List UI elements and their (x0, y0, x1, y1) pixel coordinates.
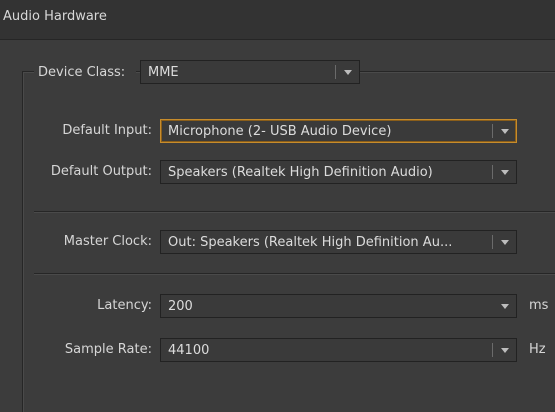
dropdown-separator (492, 343, 493, 357)
sample-rate-value: 44100 (168, 342, 210, 358)
dropdown-separator (335, 65, 336, 79)
window-title: Audio Hardware (0, 0, 555, 40)
chevron-down-icon[interactable] (344, 69, 352, 75)
default-input-label: Default Input: (62, 123, 152, 138)
latency-value: 200 (168, 298, 193, 314)
chevron-down-icon[interactable] (501, 347, 509, 353)
section-divider (34, 211, 555, 212)
latency-label: Latency: (97, 298, 152, 313)
chevron-down-icon[interactable] (501, 239, 509, 245)
default-output-label: Default Output: (50, 164, 152, 179)
latency-unit: ms (529, 298, 549, 313)
sample-rate-label: Sample Rate: (64, 342, 152, 357)
dropdown-separator (492, 124, 493, 138)
default-input-dropdown[interactable]: Microphone (2- USB Audio Device) (160, 119, 517, 143)
default-output-dropdown[interactable]: Speakers (Realtek High Definition Audio) (160, 160, 517, 184)
latency-dropdown[interactable]: 200 (160, 294, 517, 318)
device-class-row: Device Class: (34, 60, 137, 84)
default-input-value: Microphone (2- USB Audio Device) (168, 123, 392, 139)
master-clock-label: Master Clock: (63, 234, 152, 249)
default-output-value: Speakers (Realtek High Definition Audio) (168, 164, 433, 180)
chevron-down-icon[interactable] (501, 303, 509, 309)
chevron-down-icon[interactable] (501, 128, 509, 134)
audio-hardware-panel: Device Class: MME Default Input: Microph… (0, 41, 555, 412)
device-class-dropdown[interactable]: MME (140, 60, 360, 84)
dropdown-separator (492, 165, 493, 179)
device-class-label: Device Class: (38, 64, 126, 80)
chevron-down-icon[interactable] (501, 169, 509, 175)
sample-rate-unit: Hz (529, 342, 546, 357)
master-clock-dropdown[interactable]: Out: Speakers (Realtek High Definition A… (160, 230, 517, 254)
section-divider (34, 273, 555, 274)
device-class-value: MME (148, 64, 179, 80)
sample-rate-dropdown[interactable]: 44100 (160, 338, 517, 362)
master-clock-value: Out: Speakers (Realtek High Definition A… (168, 234, 453, 250)
dropdown-separator (492, 235, 493, 249)
